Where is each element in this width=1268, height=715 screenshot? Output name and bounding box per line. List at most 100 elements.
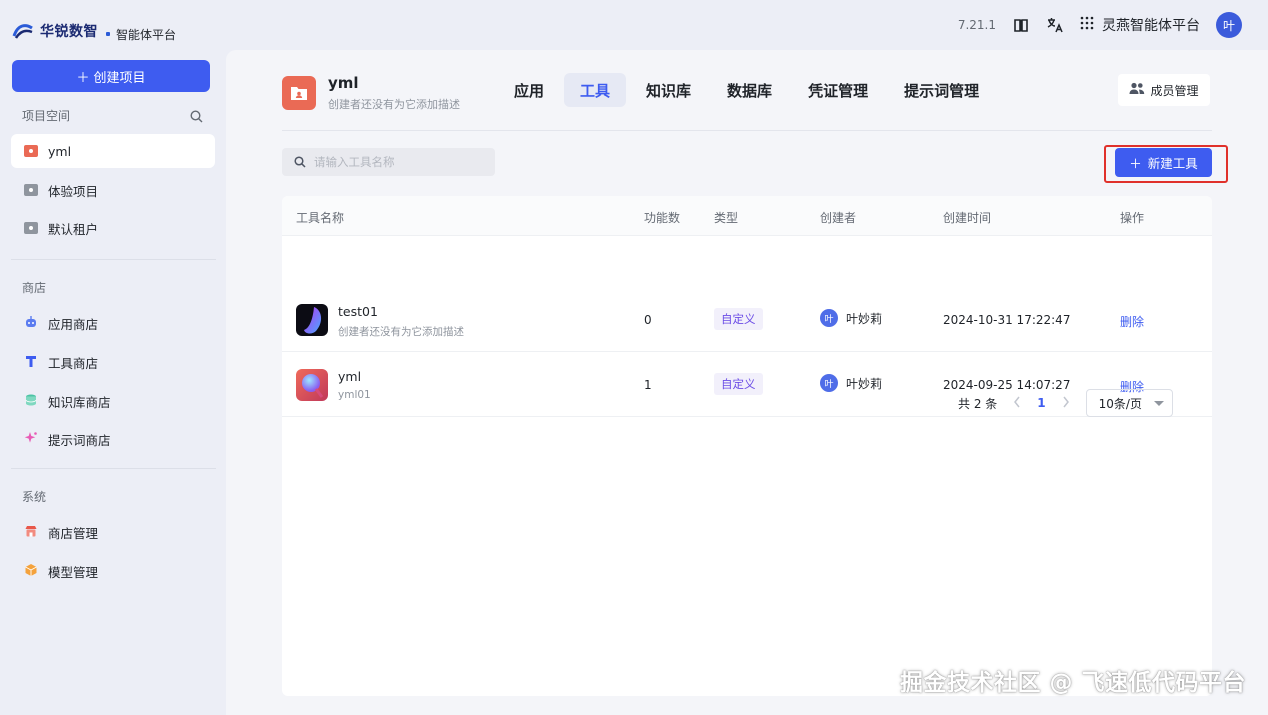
delete-link[interactable]: 删除 xyxy=(1120,313,1144,330)
store-section-label: 商店 xyxy=(22,281,47,295)
translate-icon[interactable] xyxy=(1046,16,1064,34)
project-space-label: 项目空间 xyxy=(22,109,71,123)
chevron-right-icon[interactable] xyxy=(1062,396,1070,411)
project-item-trial[interactable]: 体验项目 xyxy=(11,173,215,207)
grid-icon xyxy=(1080,16,1094,34)
sidebar-item-label: 知识库商店 xyxy=(48,394,111,410)
tab-prompts[interactable]: 提示词管理 xyxy=(888,73,995,107)
search-icon[interactable] xyxy=(190,108,203,127)
column-header-type: 类型 xyxy=(714,211,739,225)
tab-apps[interactable]: 应用 xyxy=(498,73,560,107)
column-header-creator: 创建者 xyxy=(820,211,857,225)
sidebar-item-tool-store[interactable]: 工具商店 xyxy=(11,345,215,379)
search-icon xyxy=(294,153,306,172)
project-icon xyxy=(24,145,38,157)
tool-name: yml xyxy=(338,369,362,384)
tool-icon xyxy=(24,354,38,371)
project-name: yml xyxy=(328,74,359,92)
avatar: 叶 xyxy=(820,374,838,392)
type-tag: 自定义 xyxy=(714,308,763,330)
project-icon xyxy=(24,184,38,196)
project-item-yml[interactable]: yml xyxy=(11,134,215,168)
page-size-value: 10条/页 xyxy=(1098,396,1142,411)
tab-tools[interactable]: 工具 xyxy=(564,73,627,107)
cube-icon xyxy=(24,563,38,580)
header-divider xyxy=(282,130,1212,131)
creator: 叶 叶妙莉 xyxy=(820,374,882,392)
table-row[interactable]: test01 创建者还没有为它添加描述 0 自定义 叶 叶妙莉 2024-10-… xyxy=(282,287,1212,352)
create-project-button[interactable]: ＋ 创建项目 xyxy=(12,60,210,92)
tab-credentials[interactable]: 凭证管理 xyxy=(792,73,884,107)
logo-dot xyxy=(106,32,110,36)
column-header-created: 创建时间 xyxy=(943,211,992,225)
logo: 华锐数智 智能体平台 xyxy=(12,20,176,42)
sidebar-item-knowledge-store[interactable]: 知识库商店 xyxy=(11,384,215,418)
project-icon xyxy=(24,222,38,234)
tool-search-input[interactable] xyxy=(314,155,484,169)
pagination: 共 2 条 1 10条/页 xyxy=(958,389,1173,417)
member-management-label: 成员管理 xyxy=(1150,83,1199,98)
sidebar: ＋ 创建项目 项目空间 yml 体验项目 默认租户 商店 应用商店 工具商店 知… xyxy=(0,50,226,715)
chevron-left-icon[interactable] xyxy=(1013,396,1021,411)
sidebar-item-label: 应用商店 xyxy=(48,316,99,332)
member-management-button[interactable]: 成员管理 xyxy=(1118,74,1210,106)
tab-knowledge-base[interactable]: 知识库 xyxy=(630,73,707,107)
new-tool-label: 新建工具 xyxy=(1147,156,1198,171)
sidebar-divider xyxy=(11,259,216,260)
sidebar-item-app-store[interactable]: 应用商店 xyxy=(11,306,215,340)
users-icon xyxy=(1129,82,1145,98)
type-tag: 自定义 xyxy=(714,373,763,395)
sidebar-item-store-management[interactable]: 商店管理 xyxy=(11,515,215,549)
robot-icon xyxy=(24,315,38,332)
tools-table: 工具名称 功能数 类型 创建者 创建时间 操作 test01 创建者还没有为它添… xyxy=(282,196,1212,696)
brand-subtitle: 智能体平台 xyxy=(116,27,177,42)
tool-search xyxy=(282,148,495,176)
brand-name: 华锐数智 xyxy=(40,24,98,40)
project-description: 创建者还没有为它添加描述 xyxy=(328,98,460,111)
tool-name: test01 xyxy=(338,304,378,319)
system-section-label: 系统 xyxy=(22,490,47,504)
page-number[interactable]: 1 xyxy=(1037,396,1045,410)
main-panel: yml 创建者还没有为它添加描述 应用 工具 知识库 数据库 凭证管理 提示词管… xyxy=(226,50,1268,715)
new-tool-button[interactable]: ＋ 新建工具 xyxy=(1115,148,1212,177)
creator-name: 叶妙莉 xyxy=(846,311,883,326)
tab-database[interactable]: 数据库 xyxy=(711,73,788,107)
creator-name: 叶妙莉 xyxy=(846,376,883,391)
project-item-label: 体验项目 xyxy=(48,183,99,199)
version-label: 7.21.1 xyxy=(957,18,996,32)
creator: 叶 叶妙莉 xyxy=(820,309,882,327)
project-item-default-tenant[interactable]: 默认租户 xyxy=(11,211,215,245)
project-header: yml 创建者还没有为它添加描述 xyxy=(282,74,460,112)
tool-avatar-icon xyxy=(296,369,328,401)
column-header-name: 工具名称 xyxy=(296,211,345,225)
total-count: 共 2 条 xyxy=(958,396,998,411)
project-info: yml 创建者还没有为它添加描述 xyxy=(328,74,460,112)
tool-avatar-icon xyxy=(296,304,328,336)
platform-switcher[interactable]: 灵燕智能体平台 xyxy=(1080,15,1200,35)
avatar: 叶 xyxy=(820,309,838,327)
tool-description: 创建者还没有为它添加描述 xyxy=(338,326,464,338)
sparkle-icon xyxy=(24,431,38,448)
tab-bar: 应用 工具 知识库 数据库 凭证管理 提示词管理 xyxy=(498,73,995,107)
project-item-label: yml xyxy=(48,143,72,159)
logo-icon xyxy=(12,22,34,40)
sidebar-item-label: 商店管理 xyxy=(48,525,99,541)
sidebar-item-model-management[interactable]: 模型管理 xyxy=(11,554,215,588)
chevron-down-icon xyxy=(1153,400,1164,406)
page-size-select[interactable]: 10条/页 xyxy=(1085,389,1173,417)
book-icon[interactable] xyxy=(1012,16,1030,34)
store-icon xyxy=(24,524,38,541)
user-avatar[interactable]: 叶 xyxy=(1216,12,1242,38)
sidebar-item-prompt-store[interactable]: 提示词商店 xyxy=(11,422,215,456)
column-header-count: 功能数 xyxy=(644,211,681,225)
folder-user-icon xyxy=(282,76,316,110)
create-project-label: 创建项目 xyxy=(93,70,146,86)
database-icon xyxy=(24,393,38,410)
plus-icon: ＋ xyxy=(1129,156,1142,171)
plus-icon: ＋ xyxy=(76,70,90,86)
sidebar-item-label: 模型管理 xyxy=(48,564,99,580)
sidebar-item-label: 工具商店 xyxy=(48,355,99,371)
top-bar: 华锐数智 智能体平台 7.21.1 灵燕智能体平台 叶 xyxy=(0,0,1268,50)
table-header: 工具名称 功能数 类型 创建者 创建时间 操作 xyxy=(282,196,1212,236)
sidebar-divider xyxy=(11,468,216,469)
